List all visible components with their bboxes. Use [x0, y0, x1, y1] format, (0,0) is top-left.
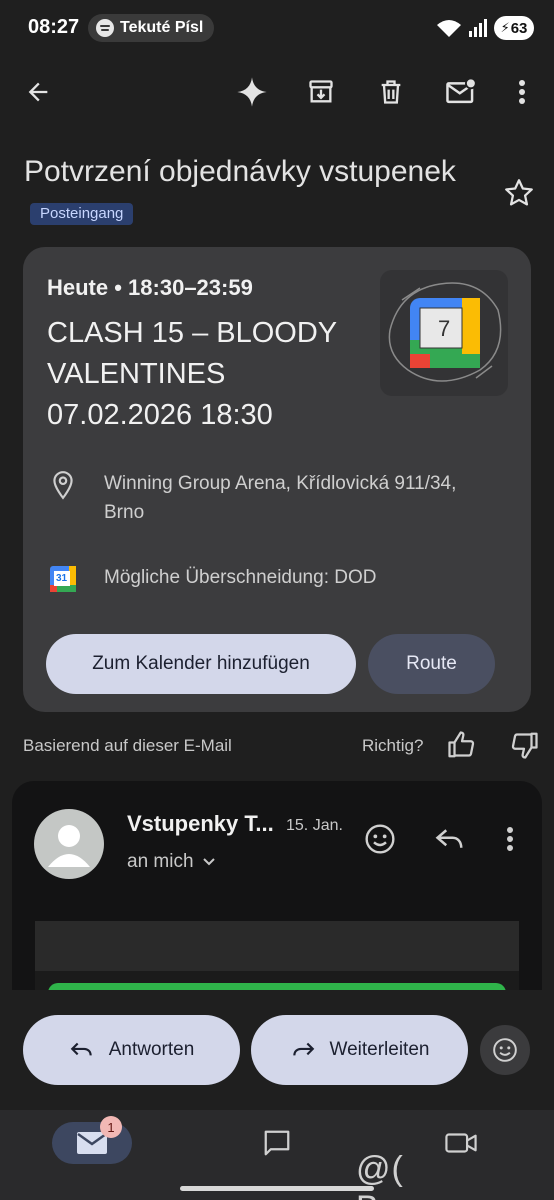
watermark: @( Bazos.cz: [356, 1150, 501, 1200]
email-toolbar: [0, 68, 554, 116]
google-calendar-icon-day: 31: [56, 573, 68, 584]
wifi-icon: [437, 20, 461, 37]
message-date: 15. Jan.: [286, 817, 343, 834]
route-button[interactable]: Route: [368, 634, 495, 694]
event-title: CLASH 15 – BLOODY VALENTINES 07.02.2026 …: [47, 317, 337, 431]
emoji-react-icon[interactable]: [362, 821, 398, 857]
star-icon[interactable]: [502, 176, 538, 212]
email-subject: Potvrzení objednávky vstupenek Posteinga…: [24, 150, 464, 238]
event-conflict-row: 31 Mögliche Überschneidung: DOD: [47, 563, 494, 595]
delete-icon[interactable]: [371, 72, 411, 112]
mark-unread-icon[interactable]: [441, 72, 481, 112]
archive-icon[interactable]: [301, 72, 341, 112]
nav-chat[interactable]: [237, 1122, 317, 1164]
event-card: Heute • 18:30–23:59 CLASH 15 – BLOODY VA…: [23, 247, 531, 712]
nav-mail[interactable]: 1: [52, 1116, 132, 1164]
chevron-down-icon: [202, 858, 215, 866]
forward-button[interactable]: Weiterleiten: [251, 1015, 468, 1085]
chat-icon: [264, 1130, 290, 1156]
recipient-toggle[interactable]: an mich: [127, 851, 216, 873]
status-time: 08:27: [28, 16, 80, 38]
bottom-actions: Antworten Weiterleiten: [0, 990, 554, 1110]
calendar-illustration: 7: [380, 270, 508, 396]
thumbs-down-icon[interactable]: [509, 730, 541, 762]
emoji-button[interactable]: [480, 1025, 530, 1075]
add-to-calendar-button[interactable]: Zum Kalender hinzufügen: [46, 634, 356, 694]
message-more-icon[interactable]: [492, 821, 528, 857]
sparkle-icon[interactable]: [232, 72, 272, 112]
event-time: Heute • 18:30–23:59: [47, 275, 253, 300]
forward-arrow-icon: [292, 1042, 314, 1056]
battery-indicator: ⚡ 63: [494, 16, 534, 40]
more-vert-icon[interactable]: [502, 72, 542, 112]
feedback-question: Richtig?: [362, 736, 424, 755]
recipient-text: an mich: [127, 851, 194, 872]
system-icons: ⚡ 63: [436, 16, 534, 40]
inbox-label-chip[interactable]: Posteingang: [30, 203, 134, 226]
emoji-icon: [493, 1038, 517, 1062]
gesture-bar[interactable]: [180, 1186, 374, 1191]
media-chip[interactable]: Tekuté Písl: [88, 14, 214, 42]
location-pin-icon: [47, 469, 79, 501]
feedback-row: Basierend auf dieser E-Mail Richtig?: [0, 730, 554, 762]
feedback-text: Basierend auf dieser E-Mail: [23, 736, 232, 755]
thumbs-up-icon[interactable]: [447, 730, 479, 762]
spotify-icon: [96, 19, 114, 37]
event-location-row[interactable]: Winning Group Arena, Křídlovická 911/34,…: [47, 469, 494, 527]
avatar[interactable]: [34, 809, 104, 879]
google-calendar-icon: 31: [47, 563, 79, 595]
reply-icon[interactable]: [432, 821, 468, 857]
event-location: Winning Group Arena, Křídlovická 911/34,…: [104, 473, 457, 523]
reply-label: Antworten: [108, 1039, 195, 1060]
back-arrow-icon[interactable]: [18, 72, 58, 112]
charging-icon: ⚡: [500, 20, 510, 35]
status-bar: 08:27 Tekuté Písl ⚡ 63: [0, 0, 554, 58]
sender-name[interactable]: Vstupenky T...: [127, 811, 274, 837]
mail-badge: 1: [100, 1116, 122, 1138]
forward-label: Weiterleiten: [329, 1039, 430, 1060]
battery-level: 63: [510, 19, 528, 37]
reply-button[interactable]: Antworten: [23, 1015, 240, 1085]
reply-arrow-icon: [70, 1042, 92, 1056]
subject-text: Potvrzení objednávky vstupenek: [24, 155, 456, 188]
signal-icon: [469, 19, 487, 37]
calendar-illustration-day: 7: [438, 316, 451, 341]
media-chip-text: Tekuté Písl: [120, 19, 204, 36]
event-conflict: Mögliche Überschneidung: DOD: [104, 567, 377, 588]
